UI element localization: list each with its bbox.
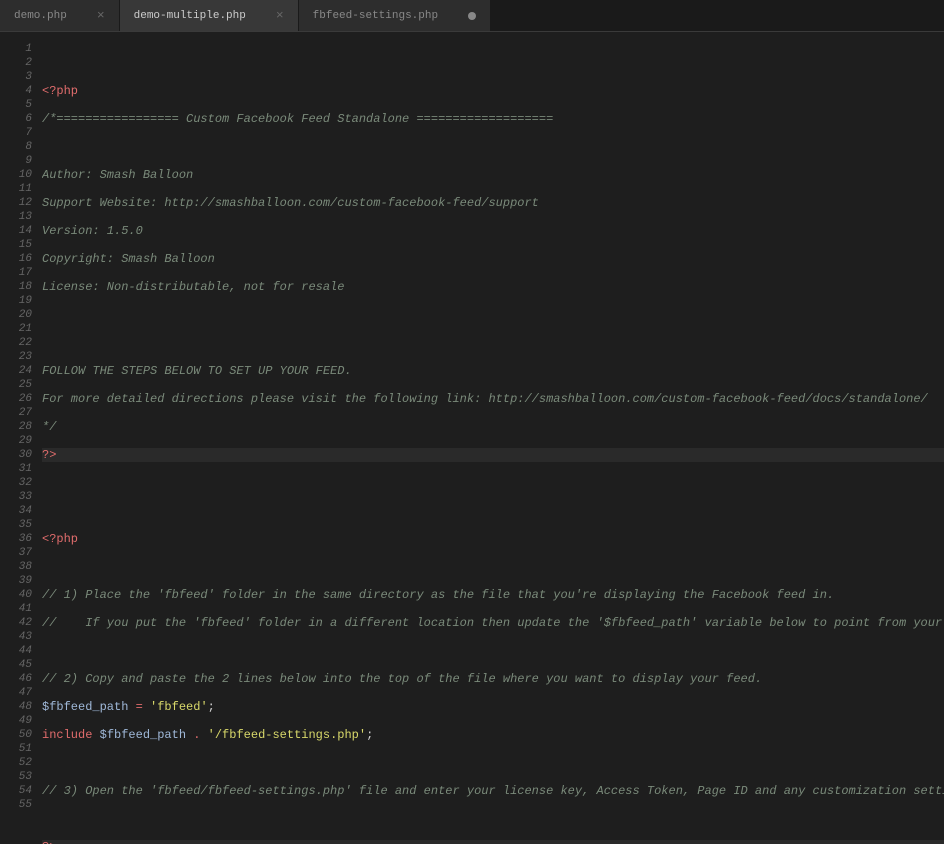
tab-label: fbfeed-settings.php	[313, 10, 438, 22]
tab-label: demo.php	[14, 10, 67, 22]
dirty-indicator-icon	[468, 12, 476, 20]
tab-bar: demo.php × demo-multiple.php × fbfeed-se…	[0, 0, 944, 32]
close-icon[interactable]: ×	[276, 8, 284, 23]
line-number-gutter: 1234567891011121314151617181920212223242…	[0, 32, 42, 844]
tab-demo[interactable]: demo.php ×	[0, 0, 120, 31]
tab-fbfeed-settings[interactable]: fbfeed-settings.php	[299, 0, 491, 31]
code-area[interactable]: <?php /*================= Custom Faceboo…	[42, 32, 944, 844]
close-icon[interactable]: ×	[97, 8, 105, 23]
tab-label: demo-multiple.php	[134, 10, 246, 22]
tab-demo-multiple[interactable]: demo-multiple.php ×	[120, 0, 299, 31]
code-editor[interactable]: 1234567891011121314151617181920212223242…	[0, 32, 944, 844]
